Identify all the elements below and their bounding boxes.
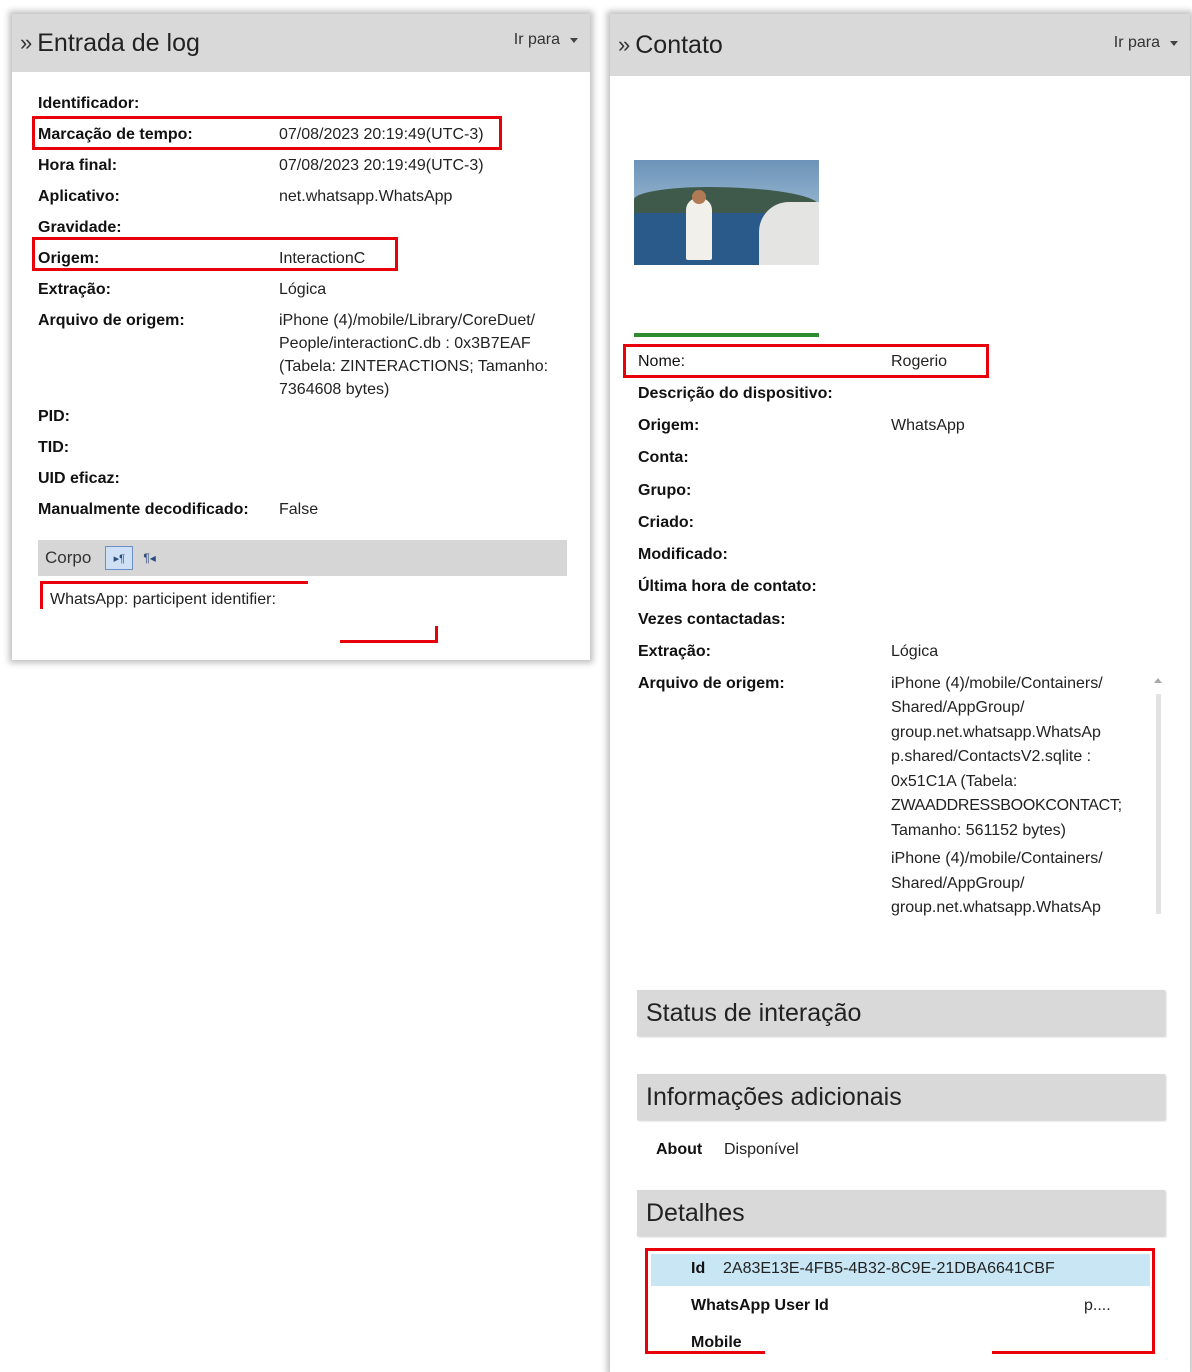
field-key-origem: Origem: bbox=[638, 417, 700, 434]
caret-down-icon bbox=[1170, 40, 1178, 46]
field-key-criado: Criado: bbox=[638, 514, 694, 531]
field-key-conta: Conta: bbox=[638, 449, 689, 466]
section-title: Status de interação bbox=[646, 998, 862, 1027]
highlight-line-left bbox=[40, 581, 43, 609]
goto-dropdown[interactable]: Ir para bbox=[514, 31, 578, 49]
field-value-manual: False bbox=[279, 501, 319, 518]
field-key-grupo: Grupo: bbox=[638, 482, 692, 499]
field-key-gravidade: Gravidade: bbox=[38, 219, 122, 236]
field-value-aplicativo: net.whatsapp.WhatsApp bbox=[279, 188, 453, 205]
field-value-extracao: Lógica bbox=[279, 281, 327, 298]
contact-photo bbox=[634, 160, 819, 265]
details-value-whatsapp-user-id: p.... bbox=[1084, 1297, 1111, 1314]
details-key-mobile: Mobile bbox=[691, 1334, 742, 1351]
contact-header: » Contato Ir para bbox=[610, 14, 1190, 76]
goto-label: Ir para bbox=[1113, 34, 1160, 51]
field-key-modificado: Modificado: bbox=[638, 546, 728, 563]
details-key-whatsapp-user-id: WhatsApp User Id bbox=[691, 1297, 829, 1314]
section-title: Informações adicionais bbox=[646, 1082, 902, 1111]
section-title: Detalhes bbox=[646, 1198, 745, 1227]
highlight-box-timestamp bbox=[32, 116, 502, 150]
field-value-arquivo-line: People/interactionC.db : 0x3B7EAF bbox=[279, 335, 531, 352]
caret-down-icon bbox=[570, 37, 578, 43]
panel-title: Contato bbox=[635, 30, 723, 59]
contact-panel: » Contato Ir para Nome: Rogerio Descriçã… bbox=[610, 14, 1190, 1372]
highlight-line-right bbox=[435, 626, 438, 643]
photo-underline bbox=[634, 333, 819, 337]
field-value-arquivo-line: group.net.whatsapp.WhatsAp bbox=[891, 724, 1101, 741]
field-key-identificador: Identificador: bbox=[38, 95, 140, 112]
expand-chevron-icon[interactable]: » bbox=[20, 30, 32, 56]
source-file-scrollbar[interactable] bbox=[1153, 676, 1163, 932]
highlight-box-nome bbox=[623, 344, 989, 378]
field-value-hora-final: 07/08/2023 20:19:49(UTC-3) bbox=[279, 157, 484, 174]
body-toolbar: Corpo ▸¶ ¶◂ bbox=[38, 540, 567, 576]
field-key-pid: PID: bbox=[38, 408, 70, 425]
highlight-details-right bbox=[1152, 1248, 1155, 1354]
field-value-arquivo-line: Shared/AppGroup/ bbox=[891, 699, 1025, 716]
field-value-arquivo-line: Tamanho: 561152 bytes) bbox=[891, 822, 1066, 839]
expand-chevron-icon[interactable]: » bbox=[618, 32, 630, 58]
field-key-extracao: Extração: bbox=[38, 281, 111, 298]
goto-dropdown[interactable]: Ir para bbox=[1114, 34, 1178, 52]
highlight-line-top bbox=[40, 581, 308, 584]
scroll-thumb[interactable] bbox=[1156, 694, 1161, 914]
field-value-arquivo-line: 7364608 bytes) bbox=[279, 381, 390, 398]
field-key-manual: Manualmente decodificado: bbox=[38, 501, 249, 518]
highlight-details-bottom-right bbox=[992, 1351, 1155, 1354]
field-key-extracao: Extração: bbox=[638, 643, 711, 660]
field-key-arquivo-origem: Arquivo de origem: bbox=[638, 675, 785, 692]
field-key-arquivo-origem: Arquivo de origem: bbox=[38, 312, 185, 329]
highlight-details-left bbox=[645, 1248, 648, 1354]
about-key: About bbox=[656, 1141, 703, 1158]
wrap-text-toggle-icon[interactable]: ▸¶ bbox=[105, 546, 134, 570]
highlight-details-top bbox=[645, 1248, 1155, 1251]
about-value: Disponível bbox=[724, 1141, 799, 1158]
details-key-id: Id bbox=[691, 1260, 706, 1277]
field-key-tid: TID: bbox=[38, 439, 70, 456]
field-value-arquivo-line: iPhone (4)/mobile/Containers/ bbox=[891, 675, 1103, 692]
field-value-extracao: Lógica bbox=[891, 643, 939, 660]
log-entry-header: » Entrada de log Ir para bbox=[12, 14, 590, 72]
field-value-arquivo-line: iPhone (4)/mobile/Containers/ bbox=[891, 850, 1103, 867]
field-key-descricao: Descrição do dispositivo: bbox=[638, 385, 833, 402]
body-text: WhatsApp: participent identifier: bbox=[50, 591, 276, 608]
field-value-arquivo-line: iPhone (4)/mobile/Library/CoreDuet/ bbox=[279, 312, 536, 329]
field-value-arquivo-line: p.shared/ContactsV2.sqlite : bbox=[891, 748, 1092, 765]
highlight-box-origem bbox=[32, 237, 398, 271]
field-value-arquivo-line: (Tabela: ZINTERACTIONS; Tamanho: bbox=[279, 358, 549, 375]
field-value-arquivo-line: 0x51C1A (Tabela: bbox=[891, 773, 1018, 790]
section-status-interacao[interactable]: Status de interação bbox=[637, 990, 1165, 1036]
section-informacoes-adicionais[interactable]: Informações adicionais bbox=[637, 1074, 1165, 1120]
field-key-ultima-hora: Última hora de contato: bbox=[638, 578, 817, 595]
field-key-vezes: Vezes contactadas: bbox=[638, 611, 786, 628]
scroll-up-icon[interactable] bbox=[1154, 678, 1162, 683]
field-value-origem: WhatsApp bbox=[891, 417, 965, 434]
highlight-details-bottom-left bbox=[645, 1351, 765, 1354]
field-value-arquivo-line: ZWAADDRESSBOOKCONTACT; bbox=[891, 797, 1122, 814]
goto-label: Ir para bbox=[513, 31, 560, 48]
panel-title: Entrada de log bbox=[37, 28, 200, 57]
field-key-aplicativo: Aplicativo: bbox=[38, 188, 120, 205]
field-key-uid: UID eficaz: bbox=[38, 470, 120, 487]
field-value-arquivo-line: group.net.whatsapp.WhatsAp bbox=[891, 899, 1101, 916]
field-value-arquivo-line: Shared/AppGroup/ bbox=[891, 875, 1025, 892]
rtl-paragraph-icon[interactable]: ¶◂ bbox=[143, 551, 155, 565]
section-detalhes[interactable]: Detalhes bbox=[637, 1190, 1165, 1236]
details-value-id: 2A83E13E-4FB5-4B32-8C9E-21DBA6641CBF bbox=[723, 1260, 1055, 1277]
highlight-line-bottom bbox=[340, 640, 438, 643]
body-label: Corpo bbox=[45, 548, 92, 567]
log-entry-panel: » Entrada de log Ir para Identificador: … bbox=[12, 14, 590, 660]
field-key-hora-final: Hora final: bbox=[38, 157, 118, 174]
